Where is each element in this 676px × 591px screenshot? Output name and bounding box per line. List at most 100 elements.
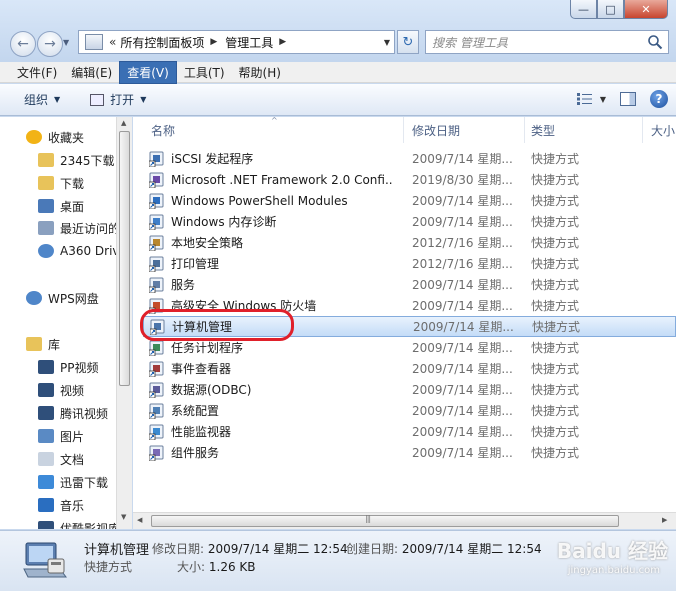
column-header-size[interactable]: 大小: [651, 117, 675, 143]
column-header-date[interactable]: 修改日期: [412, 117, 460, 143]
file-row[interactable]: 计算机管理 2009/7/14 星期... 快捷方式: [143, 316, 676, 337]
video-icon: [38, 383, 54, 397]
shortcut-icon: [148, 298, 165, 314]
chevron-right-icon[interactable]: ▶: [279, 37, 286, 47]
recent-icon: [38, 221, 54, 235]
file-row[interactable]: 打印管理 2012/7/16 星期... 快捷方式: [143, 253, 676, 274]
menu-edit[interactable]: 编辑(E): [64, 62, 119, 83]
help-icon[interactable]: ?: [650, 90, 668, 108]
file-row[interactable]: Microsoft .NET Framework 2.0 Confi... 201…: [143, 169, 676, 190]
navigation-scrollbar[interactable]: ▲ ▼: [116, 117, 132, 529]
file-row[interactable]: 性能监视器 2009/7/14 星期... 快捷方式: [143, 421, 676, 442]
scroll-down-icon[interactable]: ▼: [121, 513, 126, 521]
file-list: ^ 名称 修改日期 类型 大小 iSCSI 发起程序 2009/7/14 星期..…: [133, 117, 676, 529]
nav-item[interactable]: 下载: [38, 173, 84, 193]
search-input[interactable]: 搜索 管理工具: [432, 34, 508, 51]
file-name: Microsoft .NET Framework 2.0 Confi...: [171, 172, 393, 187]
file-name: 任务计划程序: [171, 341, 244, 355]
file-row[interactable]: iSCSI 发起程序 2009/7/14 星期... 快捷方式: [143, 148, 676, 169]
organize-button[interactable]: 组织 ▼: [24, 91, 60, 108]
file-row[interactable]: Windows PowerShell Modules 2009/7/14 星期..…: [143, 190, 676, 211]
breadcrumb-admin-tools[interactable]: 管理工具: [225, 34, 273, 51]
breadcrumb-overflow[interactable]: «: [109, 35, 116, 49]
recent-pages-dropdown[interactable]: ▼: [63, 38, 69, 47]
file-row[interactable]: 服务 2009/7/14 星期... 快捷方式: [143, 274, 676, 295]
shortcut-icon: [148, 172, 165, 188]
scroll-left-icon[interactable]: ◀: [137, 516, 142, 524]
nav-item[interactable]: 最近访问的: [38, 218, 120, 238]
nav-item[interactable]: 迅雷下载: [38, 472, 108, 492]
nav-item[interactable]: WPS网盘: [26, 288, 99, 308]
window-controls: — □ ✕: [570, 0, 668, 19]
nav-item-label: 图片: [60, 429, 85, 444]
created-value: 2009/7/14 星期二 12:54: [401, 542, 542, 556]
minimize-button[interactable]: —: [570, 0, 597, 19]
file-type: 快捷方式: [531, 152, 580, 166]
nav-item[interactable]: 文档: [38, 449, 84, 469]
close-button[interactable]: ✕: [624, 0, 668, 19]
column-header-type[interactable]: 类型: [531, 117, 555, 143]
file-name: 高级安全 Windows 防火墙: [171, 299, 317, 313]
menu-view[interactable]: 查看(V): [119, 60, 177, 84]
breadcrumb-control-panel[interactable]: 所有控制面板项: [120, 34, 204, 51]
pictures-icon: [38, 429, 54, 443]
nav-item[interactable]: 库: [26, 334, 60, 354]
file-name: 计算机管理: [172, 320, 233, 334]
search-icon[interactable]: [647, 34, 663, 50]
forward-button[interactable]: →: [37, 31, 63, 57]
file-row[interactable]: 事件查看器 2009/7/14 星期... 快捷方式: [143, 358, 676, 379]
back-button[interactable]: ←: [10, 31, 36, 57]
file-row[interactable]: 高级安全 Windows 防火墙 2009/7/14 星期... 快捷方式: [143, 295, 676, 316]
chevron-right-icon[interactable]: ▶: [210, 37, 217, 47]
nav-item[interactable]: PP视频: [38, 357, 98, 377]
file-type: 快捷方式: [531, 425, 580, 439]
chevron-down-icon[interactable]: ▼: [600, 95, 606, 104]
column-header-name[interactable]: 名称: [151, 117, 175, 143]
nav-item[interactable]: 桌面: [38, 196, 84, 216]
file-row[interactable]: 任务计划程序 2009/7/14 星期... 快捷方式: [143, 337, 676, 358]
file-row[interactable]: Windows 内存诊断 2009/7/14 星期... 快捷方式: [143, 211, 676, 232]
file-name: 性能监视器: [171, 425, 232, 439]
file-row[interactable]: 组件服务 2009/7/14 星期... 快捷方式: [143, 442, 676, 463]
nav-item[interactable]: 音乐: [38, 495, 84, 515]
file-name: 系统配置: [171, 404, 220, 418]
file-date: 2009/7/14 星期...: [412, 404, 513, 418]
column-divider[interactable]: [642, 117, 643, 143]
details-pane: 计算机管理 快捷方式 修改日期: 2009/7/14 星期二 12:54 创建日…: [0, 530, 676, 591]
nav-item[interactable]: 腾讯视频: [38, 403, 108, 423]
preview-pane-icon[interactable]: [620, 92, 636, 106]
column-divider[interactable]: [403, 117, 404, 143]
shortcut-icon: [148, 445, 165, 461]
menu-tools[interactable]: 工具(T): [177, 62, 232, 83]
modified-label: 修改日期:: [152, 542, 205, 556]
refresh-button[interactable]: ↻: [397, 30, 419, 54]
horizontal-scrollbar[interactable]: ◀ ||| ▶: [133, 512, 676, 529]
open-button[interactable]: 打开 ▼: [90, 91, 146, 108]
nav-item[interactable]: A360 Drive: [38, 241, 127, 261]
details-file-name: 计算机管理: [84, 543, 150, 558]
nav-item[interactable]: 2345下载: [38, 150, 115, 170]
nav-item[interactable]: 收藏夹: [26, 127, 84, 147]
scroll-up-icon[interactable]: ▲: [121, 119, 126, 127]
maximize-button[interactable]: □: [597, 0, 624, 19]
open-icon: [90, 93, 105, 106]
scrollbar-thumb[interactable]: [151, 515, 619, 527]
nav-item-label: PP视频: [60, 360, 99, 375]
view-options-icon[interactable]: [576, 92, 594, 106]
file-date: 2012/7/16 星期...: [412, 257, 513, 271]
address-bar[interactable]: « 所有控制面板项 ▶ 管理工具 ▶ ▼: [78, 30, 395, 54]
file-row[interactable]: 本地安全策略 2012/7/16 星期... 快捷方式: [143, 232, 676, 253]
nav-item[interactable]: 优酷影视库: [38, 518, 120, 529]
column-divider[interactable]: [524, 117, 525, 143]
search-box[interactable]: 搜索 管理工具: [425, 30, 669, 54]
file-row[interactable]: 数据源(ODBC) 2009/7/14 星期... 快捷方式: [143, 379, 676, 400]
file-row[interactable]: 系统配置 2009/7/14 星期... 快捷方式: [143, 400, 676, 421]
download-folder-icon: [38, 176, 54, 190]
menu-file[interactable]: 文件(F): [10, 62, 64, 83]
nav-item[interactable]: 图片: [38, 426, 84, 446]
address-dropdown[interactable]: ▼: [384, 38, 390, 47]
scrollbar-thumb[interactable]: [119, 131, 130, 386]
menu-help[interactable]: 帮助(H): [232, 62, 288, 83]
scroll-right-icon[interactable]: ▶: [662, 516, 667, 524]
nav-item[interactable]: 视频: [38, 380, 84, 400]
